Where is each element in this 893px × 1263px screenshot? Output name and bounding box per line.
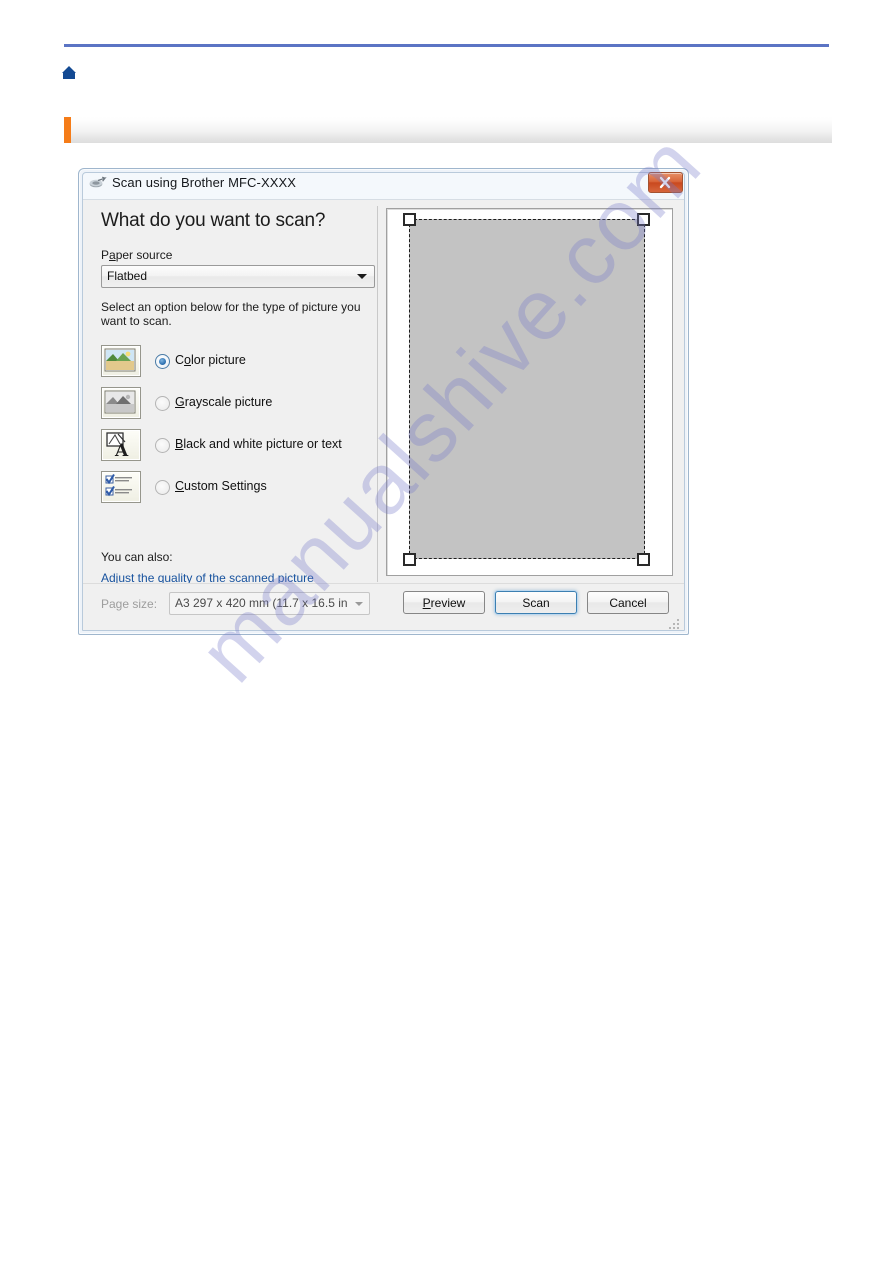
resize-grip[interactable] xyxy=(669,616,681,629)
page-size-value: A3 297 x 420 mm (11.7 x 16.5 in xyxy=(175,596,348,610)
home-icon[interactable] xyxy=(60,64,78,82)
svg-text:A: A xyxy=(114,441,129,458)
paper-source-value: Flatbed xyxy=(107,269,148,283)
custom-settings-icon xyxy=(101,471,141,503)
section-heading-bar xyxy=(64,117,832,143)
section-heading-accent xyxy=(64,117,71,143)
option-label-color-picture: Color picture xyxy=(175,353,246,367)
dialog-button-bar: Page size: A3 297 x 420 mm (11.7 x 16.5 … xyxy=(83,583,684,630)
radio-grayscale-picture[interactable] xyxy=(155,396,170,411)
dialog-client-area: What do you want to scan? Paper source F… xyxy=(83,199,684,630)
selection-handle-bottom-right[interactable] xyxy=(637,553,650,566)
selection-handle-bottom-left[interactable] xyxy=(403,553,416,566)
option-label-black-and-white: Black and white picture or text xyxy=(175,437,342,451)
selection-region[interactable] xyxy=(409,219,645,559)
page-top-rule xyxy=(64,44,829,47)
option-row-black-and-white[interactable]: A Black and white picture or text xyxy=(101,429,371,461)
black-and-white-text-icon: A xyxy=(101,429,141,461)
option-row-grayscale-picture[interactable]: Grayscale picture xyxy=(101,387,371,419)
options-panel: What do you want to scan? Paper source F… xyxy=(83,200,378,585)
scan-dialog: Scan using Brother MFC-XXXX What do you … xyxy=(78,168,689,635)
radio-black-and-white[interactable] xyxy=(155,438,170,453)
option-label-grayscale-picture: Grayscale picture xyxy=(175,395,273,409)
scan-preview-pane[interactable] xyxy=(386,208,673,576)
color-picture-icon xyxy=(101,345,141,377)
selection-handle-top-right[interactable] xyxy=(637,213,650,226)
page-size-select[interactable]: A3 297 x 420 mm (11.7 x 16.5 in xyxy=(169,592,370,615)
instruction-text: Select an option below for the type of p… xyxy=(101,300,361,328)
page-title: What do you want to scan? xyxy=(101,210,326,231)
dialog-titlebar[interactable]: Scan using Brother MFC-XXXX xyxy=(79,169,688,199)
radio-color-picture[interactable] xyxy=(155,354,170,369)
you-can-also-label: You can also: xyxy=(101,550,173,564)
paper-source-select[interactable]: Flatbed xyxy=(101,265,375,288)
chevron-down-icon xyxy=(355,602,363,606)
chevron-down-icon xyxy=(357,274,367,279)
preview-button[interactable]: Preview xyxy=(403,591,485,614)
close-icon[interactable] xyxy=(648,172,683,193)
panel-divider xyxy=(377,206,378,582)
dialog-title: Scan using Brother MFC-XXXX xyxy=(112,175,297,190)
scanner-icon xyxy=(89,175,107,191)
option-row-custom-settings[interactable]: Custom Settings xyxy=(101,471,371,503)
option-row-color-picture[interactable]: Color picture xyxy=(101,345,371,377)
selection-handle-top-left[interactable] xyxy=(403,213,416,226)
scan-button[interactable]: Scan xyxy=(495,591,577,614)
option-label-custom-settings: Custom Settings xyxy=(175,479,267,493)
cancel-button[interactable]: Cancel xyxy=(587,591,669,614)
page-size-label: Page size: xyxy=(101,597,158,611)
paper-source-label: Paper source xyxy=(101,248,173,262)
radio-custom-settings[interactable] xyxy=(155,480,170,495)
grayscale-picture-icon xyxy=(101,387,141,419)
